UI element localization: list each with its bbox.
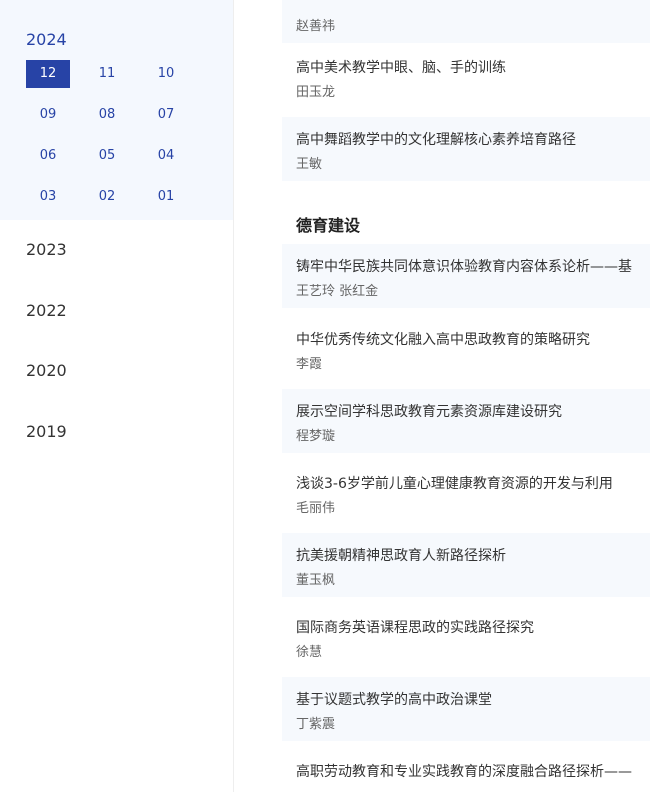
article-title: 中华优秀传统文化融入高中思政教育的策略研究 bbox=[296, 332, 590, 348]
year-month-sidebar: 2024 12 11 10 09 08 07 06 05 04 03 02 01… bbox=[0, 0, 234, 792]
year-item-2023[interactable]: 2023 bbox=[26, 240, 67, 259]
month-item-04[interactable]: 04 bbox=[144, 142, 188, 170]
month-item-07[interactable]: 07 bbox=[144, 101, 188, 129]
article-title: 国际商务英语课程思政的实践路径探究 bbox=[296, 620, 534, 636]
article-author: 王艺玲 张红金 bbox=[296, 284, 379, 299]
article-title: 高中舞蹈教学中的文化理解核心素养培育路径 bbox=[296, 132, 576, 148]
article-title: 高职劳动教育和专业实践教育的深度融合路径探析—— bbox=[296, 764, 632, 780]
month-item-08[interactable]: 08 bbox=[85, 101, 129, 129]
month-item-06[interactable]: 06 bbox=[26, 142, 70, 170]
section-heading: 德育建设 bbox=[296, 216, 361, 235]
article-list: 赵善祎 高中美术教学中眼、脑、手的训练 田玉龙 高中舞蹈教学中的文化理解核心素养… bbox=[282, 0, 650, 792]
year-2024-group: 2024 12 11 10 09 08 07 06 05 04 03 02 01 bbox=[0, 0, 233, 220]
article-item[interactable]: 赵善祎 bbox=[282, 0, 650, 43]
year-item-2020[interactable]: 2020 bbox=[26, 361, 67, 380]
year-item-2019[interactable]: 2019 bbox=[26, 422, 67, 441]
article-item[interactable]: 浅谈3-6岁学前儿童心理健康教育资源的开发与利用 毛丽伟 bbox=[282, 461, 650, 525]
month-item-03[interactable]: 03 bbox=[26, 183, 70, 211]
article-item[interactable]: 中华优秀传统文化融入高中思政教育的策略研究 李霞 bbox=[282, 317, 650, 381]
month-item-02[interactable]: 02 bbox=[85, 183, 129, 211]
article-title: 铸牢中华民族共同体意识体验教育内容体系论析——基 bbox=[296, 259, 632, 275]
article-author: 王敏 bbox=[296, 157, 323, 172]
article-item[interactable]: 展示空间学科思政教育元素资源库建设研究 程梦璇 bbox=[282, 389, 650, 453]
article-title: 浅谈3-6岁学前儿童心理健康教育资源的开发与利用 bbox=[296, 476, 613, 492]
article-author: 程梦璇 bbox=[296, 429, 336, 444]
article-author: 董玉枫 bbox=[296, 573, 336, 588]
article-title: 展示空间学科思政教育元素资源库建设研究 bbox=[296, 404, 562, 420]
month-item-01[interactable]: 01 bbox=[144, 183, 188, 211]
article-title: 抗美援朝精神思政育人新路径探析 bbox=[296, 548, 506, 564]
article-title bbox=[296, 0, 650, 12]
article-author: 徐慧 bbox=[296, 645, 323, 660]
year-item-2022[interactable]: 2022 bbox=[26, 301, 67, 320]
article-author bbox=[296, 788, 650, 792]
article-item[interactable]: 高职劳动教育和专业实践教育的深度融合路径探析—— bbox=[282, 749, 650, 792]
article-author: 李霞 bbox=[296, 357, 323, 372]
article-author: 毛丽伟 bbox=[296, 501, 336, 516]
month-item-12[interactable]: 12 bbox=[26, 60, 70, 88]
month-item-11[interactable]: 11 bbox=[85, 60, 129, 88]
month-item-10[interactable]: 10 bbox=[144, 60, 188, 88]
article-title: 高中美术教学中眼、脑、手的训练 bbox=[296, 60, 506, 76]
article-author: 赵善祎 bbox=[296, 19, 336, 34]
month-item-09[interactable]: 09 bbox=[26, 101, 70, 129]
article-item[interactable]: 抗美援朝精神思政育人新路径探析 董玉枫 bbox=[282, 533, 650, 597]
article-item[interactable]: 国际商务英语课程思政的实践路径探究 徐慧 bbox=[282, 605, 650, 669]
article-item[interactable]: 基于议题式教学的高中政治课堂 丁紫震 bbox=[282, 677, 650, 741]
article-item[interactable]: 铸牢中华民族共同体意识体验教育内容体系论析——基 王艺玲 张红金 bbox=[282, 244, 650, 308]
year-item-2024[interactable]: 2024 bbox=[26, 30, 67, 49]
month-item-05[interactable]: 05 bbox=[85, 142, 129, 170]
article-item[interactable]: 高中美术教学中眼、脑、手的训练 田玉龙 bbox=[282, 45, 650, 109]
article-item[interactable]: 高中舞蹈教学中的文化理解核心素养培育路径 王敏 bbox=[282, 117, 650, 181]
article-title: 基于议题式教学的高中政治课堂 bbox=[296, 692, 492, 708]
month-grid: 12 11 10 09 08 07 06 05 04 03 02 01 bbox=[26, 60, 206, 211]
article-author: 丁紫震 bbox=[296, 717, 336, 732]
article-author: 田玉龙 bbox=[296, 85, 336, 100]
